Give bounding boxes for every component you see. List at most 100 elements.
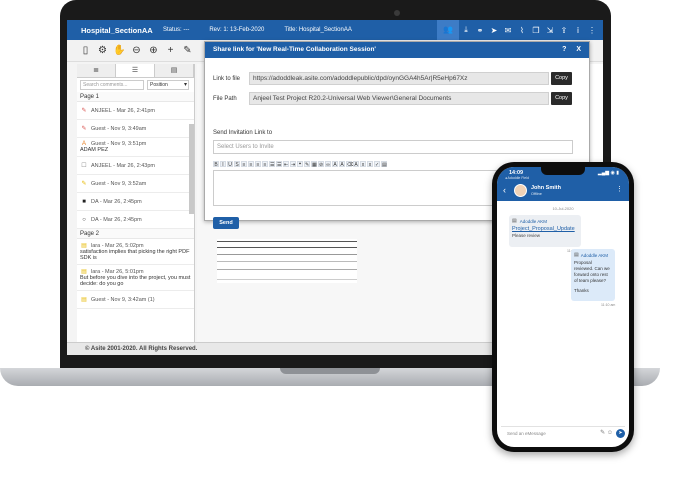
editor-format-button[interactable]: ≡ <box>262 161 268 168</box>
sidebar-tabs: ≣ ☰ ▤ <box>77 64 194 78</box>
phone-notch <box>541 167 585 175</box>
comment-item[interactable]: ☐ ANJEEL - Mar 26, 2:43pm <box>77 157 194 175</box>
comment-item[interactable]: ▤ Guest - Nov 9, 3:42am (1) <box>77 291 194 309</box>
hand-icon[interactable]: ✋ <box>111 45 128 56</box>
copy-link-button[interactable]: Copy <box>551 72 572 85</box>
help-icon[interactable]: ? <box>562 46 566 53</box>
tab-bookmarks[interactable]: ▤ <box>155 64 194 77</box>
chat-icon[interactable]: ✉ <box>501 26 515 35</box>
message-text: Please review <box>512 233 541 238</box>
editor-format-button[interactable]: x <box>360 161 366 168</box>
comment-item[interactable]: ○ DA - Mar 26, 2:45pm <box>77 211 194 229</box>
title-label: Title: Hospital_SectionAA <box>284 27 352 33</box>
comment-author-date: DA - Mar 26, 2:45pm <box>91 198 142 205</box>
annotation-icon: ✎ <box>81 181 87 187</box>
editor-format-button[interactable]: ❝ <box>297 161 303 168</box>
send-icon[interactable]: ➤ <box>487 26 501 35</box>
signal-icon: ▂▄▆ ◉ ▮ <box>597 170 619 176</box>
editor-format-button[interactable]: ≡ <box>241 161 247 168</box>
tab-thumbnails[interactable]: ≣ <box>77 64 116 77</box>
comment-author-date: Guest - Nov 9, 3:49am <box>91 125 147 132</box>
link-icon[interactable]: ⚭ <box>473 26 487 35</box>
back-to-app[interactable]: ◂ Adoddle Field <box>505 176 529 180</box>
comment-item[interactable]: ■ DA - Mar 26, 2:45pm <box>77 193 194 211</box>
users-input[interactable]: Select Users to Invite <box>213 140 573 154</box>
annotation-icon: ■ <box>82 198 86 205</box>
editor-format-button[interactable]: ∞ <box>325 161 331 168</box>
copy-icon[interactable]: ❐ <box>529 26 543 35</box>
avatar[interactable] <box>514 184 527 197</box>
header-actions: 👥 ⤓ ⚭ ➤ ✉ ⌇ ❐ ⇲ ⇪ ⅰ ⋮ <box>437 20 599 40</box>
panel-icon[interactable]: ▯ <box>77 45 94 56</box>
comment-author-date: ANJEEL - Mar 26, 2:43pm <box>91 162 155 169</box>
editor-format-button[interactable]: ⇤ <box>283 161 289 168</box>
comment-item[interactable]: ✎ Guest - Nov 9, 3:52am <box>77 175 194 193</box>
message-sender: Adoddle AKM <box>519 218 548 224</box>
editor-format-button[interactable]: S <box>234 161 240 168</box>
editor-format-button[interactable]: ⊘ <box>318 161 324 168</box>
copy-path-button[interactable]: Copy <box>551 92 572 105</box>
editor-format-button[interactable]: ≡ <box>248 161 254 168</box>
close-icon[interactable]: X <box>576 46 581 53</box>
info-icon[interactable]: ⅰ <box>571 26 585 35</box>
comment-item[interactable]: A Guest - Nov 9, 3:51pm ADAM PEZ <box>77 138 194 157</box>
annotation-icon: ✎ <box>81 108 87 114</box>
editor-format-button[interactable]: ▦ <box>311 161 317 168</box>
file-link[interactable]: Project_Proposal_Update <box>512 226 578 232</box>
editor-format-button[interactable]: I <box>220 161 226 168</box>
editor-format-button[interactable]: A <box>332 161 338 168</box>
sort-select[interactable]: Position <box>147 80 189 90</box>
editor-format-button[interactable]: U <box>227 161 233 168</box>
editor-format-button[interactable]: A <box>353 161 359 168</box>
send-button[interactable]: Send <box>213 217 239 229</box>
status-label[interactable]: Status: --- <box>163 27 189 33</box>
editor-format-button[interactable]: B <box>213 161 219 168</box>
download-icon[interactable]: ⤓ <box>459 25 473 35</box>
editor-format-button[interactable]: A <box>339 161 345 168</box>
send-icon[interactable]: ➤ <box>616 429 625 438</box>
comment-author-date: DA - Mar 26, 2:45pm <box>91 216 142 223</box>
attach-emoji-icons[interactable]: ✎ ☺ <box>600 427 613 440</box>
attach-icon[interactable]: ⌇ <box>515 26 529 35</box>
annotation-icon: ☐ <box>81 163 87 169</box>
sidebar-scrollbar[interactable] <box>189 124 194 214</box>
share-icon[interactable]: ⇪ <box>557 26 571 35</box>
edit-icon[interactable]: ✎ <box>179 45 196 56</box>
comment-item[interactable]: ▤ lara - Mar 26, 5:01pm But before you div… <box>77 265 194 291</box>
link-field[interactable]: https://adoddleak.asite.com/adoddlepubli… <box>249 72 549 85</box>
users-icon[interactable]: 👥 <box>437 20 459 40</box>
back-icon[interactable]: ‹ <box>503 185 506 195</box>
more-icon[interactable]: ⋮ <box>585 26 599 35</box>
add-icon[interactable]: + <box>162 45 179 56</box>
zoom-in-icon[interactable]: ⊕ <box>145 45 162 56</box>
editor-format-button[interactable]: ≡ <box>255 161 261 168</box>
editor-format-button[interactable]: ✓ <box>374 161 380 168</box>
outgoing-message: ▤ Adoddle AKM Proposal reviewed. Can we f… <box>571 249 615 301</box>
zoom-out-icon[interactable]: ⊖ <box>128 45 145 56</box>
comment-author-date: lara - Mar 26, 5:02pm <box>91 242 144 249</box>
page-2-header: Page 2 <box>77 229 194 239</box>
editor-format-button[interactable]: ☰ <box>276 161 282 168</box>
external-icon[interactable]: ⇲ <box>543 26 557 35</box>
comment-item[interactable]: ✎ ANJEEL - Mar 26, 2:41pm <box>77 102 194 120</box>
tab-comments[interactable]: ☰ <box>116 64 155 77</box>
editor-format-button[interactable]: ▤ <box>381 161 387 168</box>
more-icon[interactable]: ⋮ <box>616 185 623 193</box>
comments-sidebar: ≣ ☰ ▤ Search comments... Position Page 1… <box>77 64 195 342</box>
editor-format-button[interactable]: ✎ <box>304 161 310 168</box>
comment-search-input[interactable]: Search comments... <box>80 80 144 90</box>
path-field[interactable]: Anjeel Test Project R20.2-Universal Web … <box>249 92 549 105</box>
editor-format-button[interactable]: ☰ <box>269 161 275 168</box>
file-icon: ▤ <box>512 218 517 224</box>
message-input[interactable]: Send an eMessage ✎ ☺ ➤ <box>501 426 625 439</box>
comment-meta: ▤ Guest - Nov 9, 3:42am (1) <box>80 296 154 304</box>
chat-header: ‹ John Smith Offline ⋮ <box>497 181 629 201</box>
comment-item[interactable]: ✎ Guest - Nov 9, 3:49am <box>77 120 194 138</box>
editor-format-button[interactable]: x <box>367 161 373 168</box>
revision-label[interactable]: Rev: 1: 13-Feb-2020 <box>209 27 264 33</box>
settings-icon[interactable]: ⚙ <box>94 45 111 56</box>
editor-format-button[interactable]: ⌫ <box>346 161 354 168</box>
phone-screen: 14:09 ◂ Adoddle Field ▂▄▆ ◉ ▮ ‹ John Smi… <box>497 167 629 447</box>
editor-format-button[interactable]: ⇥ <box>290 161 296 168</box>
comment-item[interactable]: ▤ lara - Mar 26, 5:02pm satisfaction impli… <box>77 239 194 265</box>
